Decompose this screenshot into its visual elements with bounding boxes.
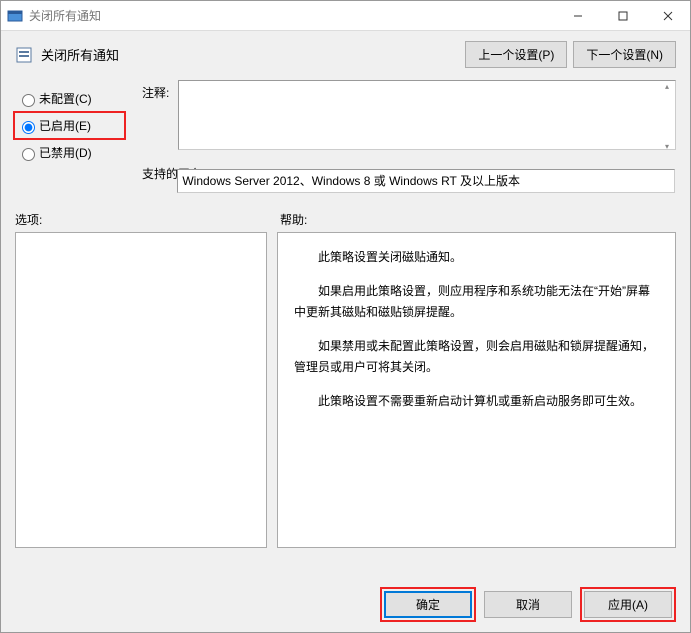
footer: 确定 取消 应用(A) (380, 587, 676, 622)
radio-not-configured-label: 未配置(C) (39, 90, 92, 107)
options-label: 选项: (15, 211, 280, 228)
comment-input[interactable] (178, 80, 676, 150)
help-p4: 此策略设置不需要重新启动计算机或重新启动服务即可生效。 (294, 391, 659, 411)
ok-highlight: 确定 (380, 587, 476, 622)
radio-enabled-label: 已启用(E) (39, 117, 91, 134)
cancel-button[interactable]: 取消 (484, 591, 572, 618)
title-bar: 关闭所有通知 (1, 1, 690, 31)
policy-title: 关闭所有通知 (41, 45, 465, 64)
help-p3: 如果禁用或未配置此策略设置，则会启用磁贴和锁屏提醒通知，管理员或用户可将其关闭。 (294, 336, 659, 377)
radio-group: 未配置(C) 已启用(E) 已禁用(D) (15, 80, 124, 193)
next-setting-button[interactable]: 下一个设置(N) (573, 41, 676, 68)
close-button[interactable] (645, 1, 690, 30)
apply-button[interactable]: 应用(A) (584, 591, 672, 618)
app-icon (7, 8, 23, 24)
radio-enabled[interactable]: 已启用(E) (13, 111, 126, 140)
ok-button[interactable]: 确定 (384, 591, 472, 618)
comment-label: 注释: (142, 80, 172, 153)
apply-highlight: 应用(A) (580, 587, 676, 622)
help-p1: 此策略设置关闭磁贴通知。 (294, 247, 659, 267)
minimize-button[interactable] (555, 1, 600, 30)
window-controls (555, 1, 690, 30)
radio-disabled-input[interactable] (22, 148, 35, 161)
radio-not-configured-input[interactable] (22, 94, 35, 107)
help-pane[interactable]: 此策略设置关闭磁贴通知。 如果启用此策略设置，则应用程序和系统功能无法在“开始”… (277, 232, 676, 548)
options-pane[interactable] (15, 232, 267, 548)
policy-icon (15, 46, 33, 64)
previous-setting-button[interactable]: 上一个设置(P) (465, 41, 567, 68)
pane-labels: 选项: 帮助: (1, 193, 690, 232)
panes: 此策略设置关闭磁贴通知。 如果启用此策略设置，则应用程序和系统功能无法在“开始”… (1, 232, 690, 548)
platform-field: Windows Server 2012、Windows 8 或 Windows … (177, 169, 675, 193)
radio-disabled[interactable]: 已禁用(D) (15, 138, 124, 167)
help-label: 帮助: (280, 211, 307, 228)
radio-not-configured[interactable]: 未配置(C) (15, 84, 124, 113)
radio-enabled-input[interactable] (22, 121, 35, 134)
config-area: 未配置(C) 已启用(E) 已禁用(D) 注释: ▴▾ 支持 (1, 80, 690, 193)
radio-disabled-label: 已禁用(D) (39, 144, 92, 161)
help-p2: 如果启用此策略设置，则应用程序和系统功能无法在“开始”屏幕中更新其磁贴和磁贴锁屏… (294, 281, 659, 322)
maximize-button[interactable] (600, 1, 645, 30)
header-row: 关闭所有通知 上一个设置(P) 下一个设置(N) (1, 31, 690, 80)
window-title: 关闭所有通知 (29, 7, 555, 24)
scroll-stub: ▴▾ (660, 82, 674, 151)
